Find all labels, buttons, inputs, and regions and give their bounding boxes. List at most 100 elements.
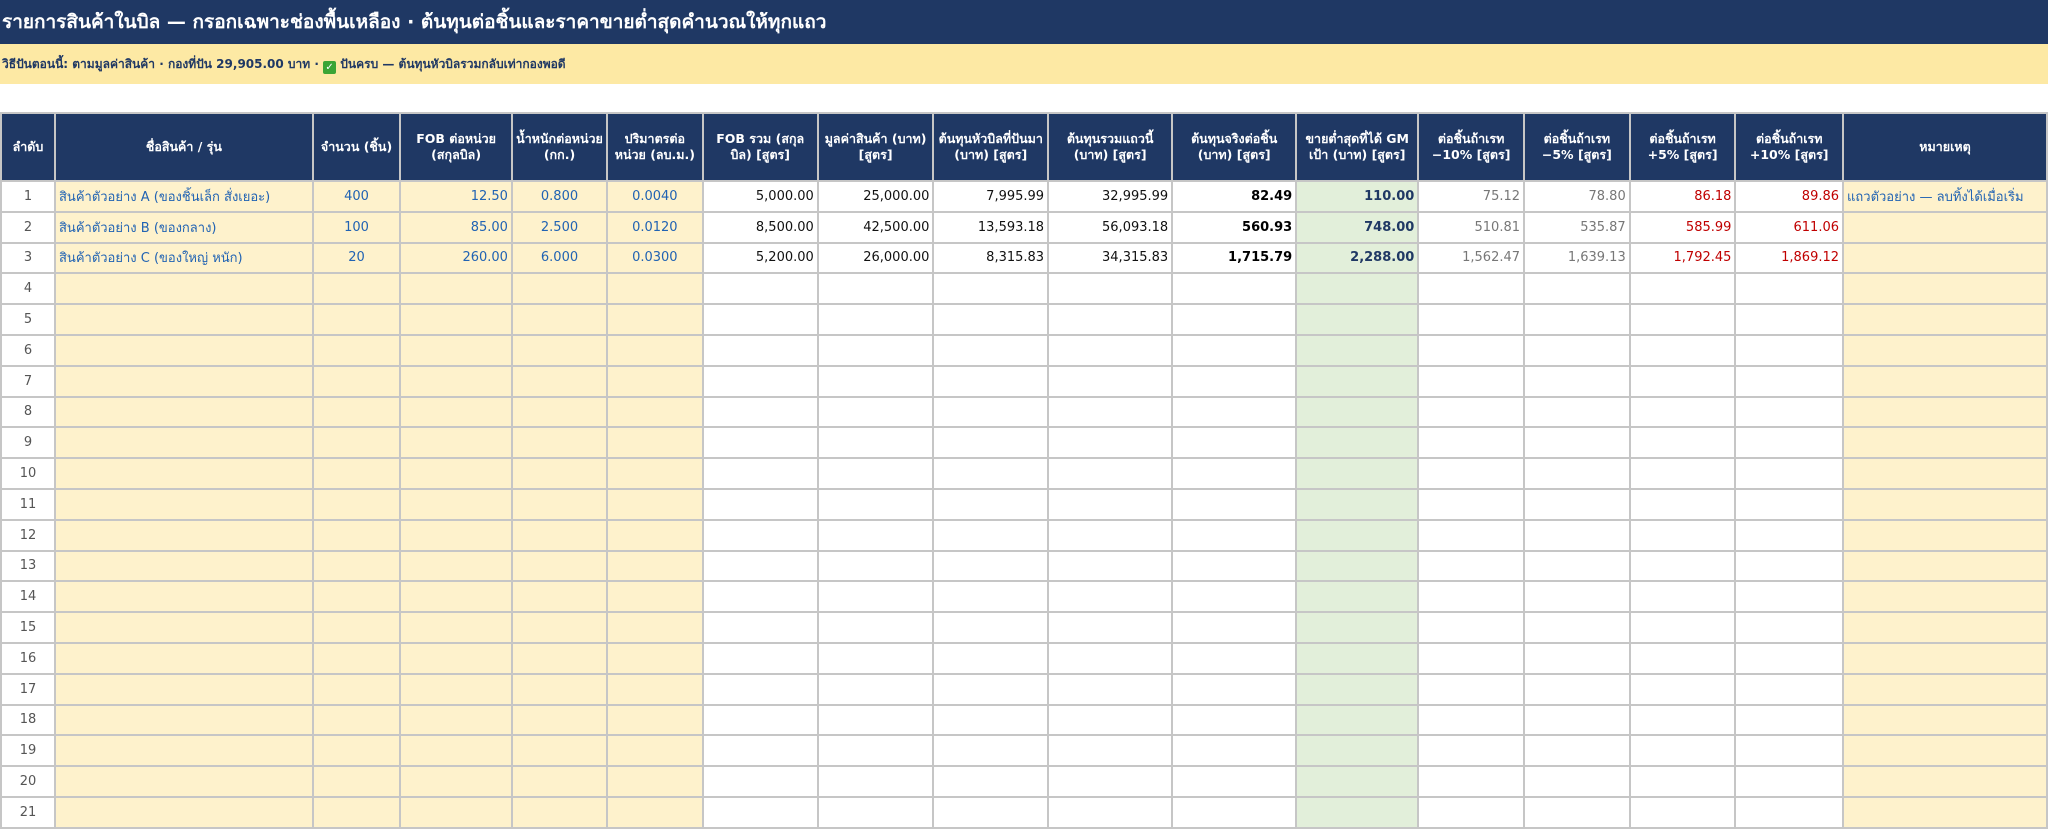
- cell-note[interactable]: [1842, 395, 2048, 429]
- cell-volume[interactable]: [606, 734, 704, 768]
- cell-name[interactable]: [54, 703, 314, 737]
- cell-name[interactable]: [54, 364, 314, 398]
- cell-fob-unit[interactable]: [399, 457, 513, 490]
- cell-fob-unit[interactable]: [399, 734, 513, 768]
- cell-weight[interactable]: [510, 734, 609, 768]
- cell-qty[interactable]: [311, 395, 402, 429]
- cell-name[interactable]: สินค้าตัวอย่าง A (ของชิ้นเล็ก สั่งเยอะ): [54, 180, 314, 213]
- cell-volume[interactable]: 0.0300: [606, 241, 704, 275]
- cell-weight[interactable]: [510, 457, 609, 490]
- cell-name[interactable]: [54, 641, 314, 675]
- cell-fob-unit[interactable]: [399, 795, 513, 829]
- cell-qty[interactable]: [311, 672, 402, 706]
- cell-fob-unit[interactable]: [399, 672, 513, 706]
- cell-qty[interactable]: 100: [311, 210, 402, 244]
- cell-qty[interactable]: [311, 364, 402, 398]
- cell-name[interactable]: [54, 395, 314, 429]
- cell-name[interactable]: [54, 549, 314, 583]
- cell-fob-unit[interactable]: [399, 364, 513, 398]
- cell-fob-unit[interactable]: 85.00: [399, 210, 513, 244]
- cell-volume[interactable]: [606, 580, 704, 614]
- cell-name[interactable]: [54, 457, 314, 490]
- cell-note[interactable]: [1842, 703, 2048, 737]
- cell-fob-unit[interactable]: [399, 580, 513, 614]
- cell-qty[interactable]: [311, 580, 402, 614]
- cell-note[interactable]: [1842, 611, 2048, 644]
- cell-fob-unit[interactable]: [399, 303, 513, 336]
- cell-fob-unit[interactable]: 260.00: [399, 241, 513, 275]
- cell-fob-unit[interactable]: [399, 549, 513, 583]
- cell-weight[interactable]: [510, 518, 609, 552]
- cell-fob-unit[interactable]: [399, 395, 513, 429]
- cell-qty[interactable]: [311, 457, 402, 490]
- cell-volume[interactable]: [606, 333, 704, 367]
- cell-note[interactable]: [1842, 426, 2048, 460]
- cell-volume[interactable]: 0.0120: [606, 210, 704, 244]
- cell-weight[interactable]: [510, 641, 609, 675]
- cell-volume[interactable]: [606, 364, 704, 398]
- cell-qty[interactable]: [311, 333, 402, 367]
- cell-weight[interactable]: [510, 580, 609, 614]
- cell-name[interactable]: [54, 487, 314, 521]
- cell-qty[interactable]: [311, 611, 402, 644]
- cell-weight[interactable]: [510, 487, 609, 521]
- cell-weight[interactable]: [510, 426, 609, 460]
- cell-note[interactable]: [1842, 241, 2048, 275]
- cell-volume[interactable]: [606, 487, 704, 521]
- cell-fob-unit[interactable]: [399, 518, 513, 552]
- cell-fob-unit[interactable]: [399, 611, 513, 644]
- cell-volume[interactable]: [606, 765, 704, 798]
- cell-note[interactable]: [1842, 210, 2048, 244]
- cell-fob-unit[interactable]: [399, 272, 513, 306]
- cell-note[interactable]: [1842, 333, 2048, 367]
- cell-volume[interactable]: [606, 426, 704, 460]
- cell-qty[interactable]: 20: [311, 241, 402, 275]
- cell-qty[interactable]: [311, 272, 402, 306]
- cell-qty[interactable]: [311, 703, 402, 737]
- cell-weight[interactable]: 6.000: [510, 241, 609, 275]
- cell-note[interactable]: [1842, 795, 2048, 829]
- cell-note[interactable]: [1842, 765, 2048, 798]
- cell-weight[interactable]: [510, 333, 609, 367]
- cell-note[interactable]: [1842, 272, 2048, 306]
- cell-note[interactable]: [1842, 641, 2048, 675]
- cell-note[interactable]: [1842, 457, 2048, 490]
- cell-note[interactable]: [1842, 364, 2048, 398]
- cell-fob-unit[interactable]: [399, 487, 513, 521]
- cell-fob-unit[interactable]: [399, 426, 513, 460]
- cell-weight[interactable]: [510, 303, 609, 336]
- cell-note[interactable]: [1842, 518, 2048, 552]
- cell-weight[interactable]: [510, 395, 609, 429]
- cell-qty[interactable]: [311, 734, 402, 768]
- cell-name[interactable]: [54, 333, 314, 367]
- cell-weight[interactable]: [510, 272, 609, 306]
- cell-name[interactable]: [54, 734, 314, 768]
- cell-weight[interactable]: [510, 364, 609, 398]
- cell-note[interactable]: [1842, 580, 2048, 614]
- cell-name[interactable]: สินค้าตัวอย่าง B (ของกลาง): [54, 210, 314, 244]
- cell-volume[interactable]: [606, 518, 704, 552]
- cell-volume[interactable]: [606, 703, 704, 737]
- cell-note[interactable]: แถวตัวอย่าง — ลบทิ้งได้เมื่อเริ่ม: [1842, 180, 2048, 213]
- cell-fob-unit[interactable]: [399, 703, 513, 737]
- cell-volume[interactable]: [606, 303, 704, 336]
- cell-fob-unit[interactable]: [399, 641, 513, 675]
- cell-name[interactable]: [54, 795, 314, 829]
- cell-volume[interactable]: [606, 795, 704, 829]
- cell-name[interactable]: [54, 765, 314, 798]
- cell-volume[interactable]: [606, 272, 704, 306]
- cell-name[interactable]: สินค้าตัวอย่าง C (ของใหญ่ หนัก): [54, 241, 314, 275]
- cell-name[interactable]: [54, 303, 314, 336]
- cell-name[interactable]: [54, 580, 314, 614]
- cell-name[interactable]: [54, 672, 314, 706]
- cell-fob-unit[interactable]: [399, 333, 513, 367]
- cell-volume[interactable]: [606, 395, 704, 429]
- cell-weight[interactable]: 2.500: [510, 210, 609, 244]
- cell-volume[interactable]: [606, 457, 704, 490]
- cell-weight[interactable]: [510, 611, 609, 644]
- cell-weight[interactable]: [510, 703, 609, 737]
- cell-qty[interactable]: [311, 795, 402, 829]
- cell-weight[interactable]: [510, 795, 609, 829]
- cell-volume[interactable]: [606, 641, 704, 675]
- cell-note[interactable]: [1842, 487, 2048, 521]
